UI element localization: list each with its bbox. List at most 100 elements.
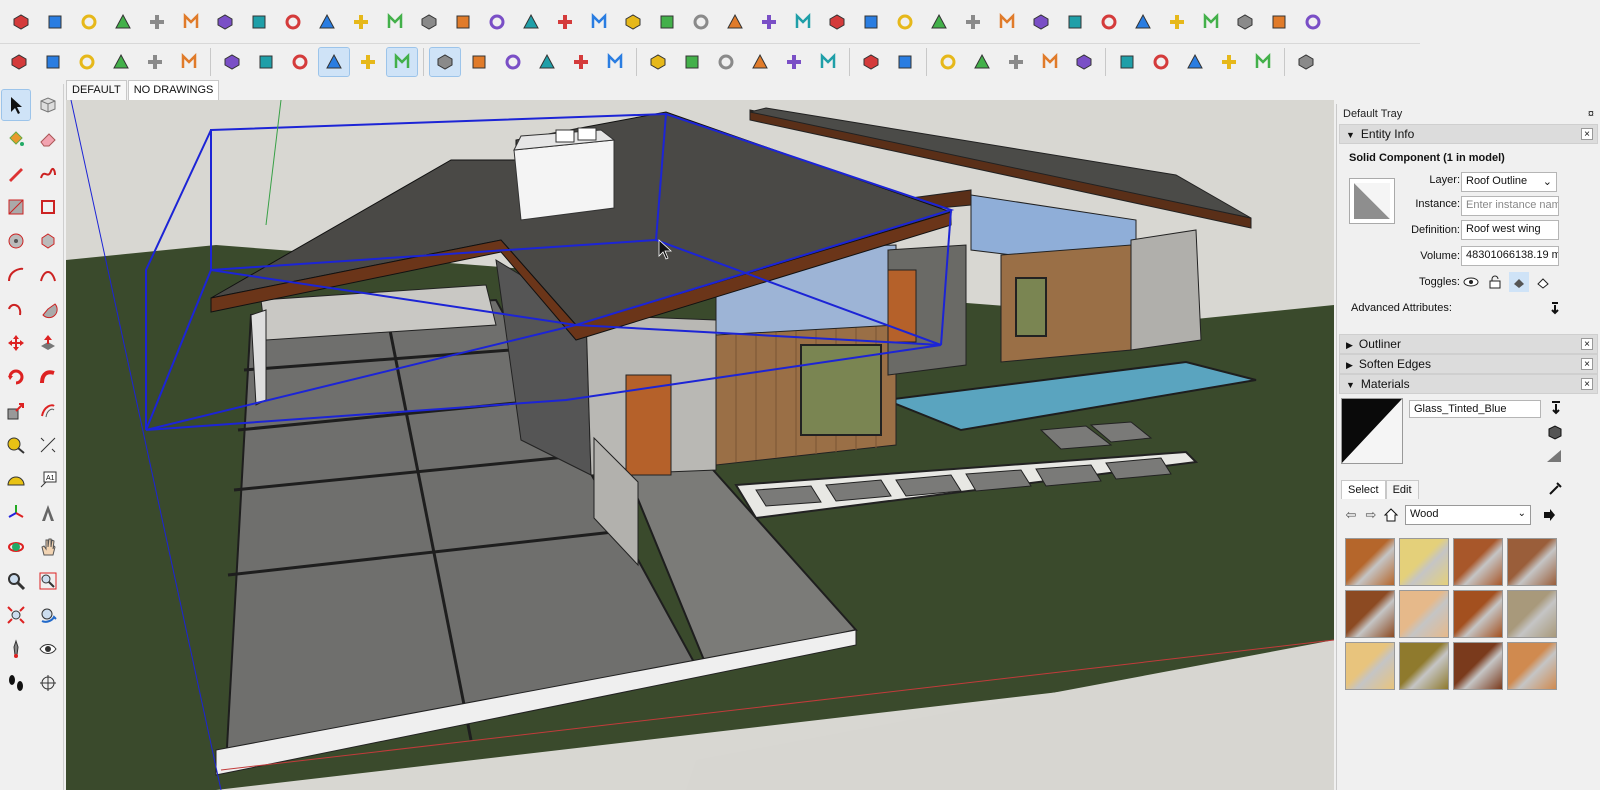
curve-icon[interactable] [482,8,512,36]
move-icon[interactable] [108,8,138,36]
material-library-select[interactable]: Wood ⌄ [1405,505,1531,525]
warehouse-icon[interactable] [4,48,34,76]
drawing-viewport[interactable] [66,100,1334,790]
material-icon[interactable] [652,8,682,36]
pin-icon[interactable]: ¤ [1588,108,1594,120]
flag-icon[interactable] [312,8,342,36]
flip-icon[interactable] [142,8,172,36]
position-camera-icon[interactable] [2,634,30,664]
arrow-double-icon[interactable] [890,48,920,76]
split-icon[interactable] [779,48,809,76]
iso-view-icon[interactable] [429,47,461,77]
unglue-icon[interactable] [176,8,206,36]
home-icon[interactable] [1381,505,1401,525]
look-around-icon[interactable] [34,634,62,664]
back-arrow-icon[interactable]: ⇦ [1341,505,1361,525]
eraser-icon[interactable] [34,124,62,154]
details-arrow-icon[interactable] [1539,505,1559,525]
create-material-icon[interactable] [1549,400,1563,419]
tree-green-icon[interactable] [1146,48,1176,76]
doors-icon[interactable] [38,48,68,76]
grid-blue-icon[interactable] [1094,8,1124,36]
push-pull-icon[interactable] [34,328,62,358]
warning-icon[interactable] [686,8,716,36]
hide-toggle-icon[interactable] [1461,272,1481,292]
rotated-rectangle-icon[interactable] [34,192,62,222]
previous-view-icon[interactable] [34,600,62,630]
grid-orange-icon[interactable] [1128,8,1158,36]
sandbox-icon[interactable] [1001,48,1031,76]
tab-edit[interactable]: Edit [1385,480,1419,499]
shaded-texture-icon[interactable] [353,48,383,76]
material-swatch[interactable] [1345,590,1395,638]
eyedropper-icon[interactable] [1547,480,1563,499]
material-swatch[interactable] [1345,538,1395,586]
close-icon[interactable]: × [1581,378,1593,390]
terrain-icon[interactable] [1035,48,1065,76]
material-swatch[interactable] [1453,538,1503,586]
move-icon[interactable] [2,328,30,358]
rotate-icon[interactable] [2,362,30,392]
text-label-icon[interactable]: A1 [34,464,62,494]
pan-hand-icon[interactable] [34,532,62,562]
definition-input[interactable]: Roof west wing [1461,220,1559,240]
materials-header[interactable]: ▼ Materials × [1339,374,1598,394]
fill-icon[interactable] [1026,8,1056,36]
polyline-icon[interactable] [448,8,478,36]
material-box-icon[interactable] [1547,424,1563,443]
arrow-up-icon[interactable] [856,48,886,76]
pie-icon[interactable] [34,294,62,324]
printer-home-icon[interactable] [106,48,136,76]
left-view-icon[interactable] [600,48,630,76]
sample-paint-icon[interactable] [1545,448,1563,467]
axes-icon[interactable] [584,8,614,36]
layers-3-icon[interactable] [1060,8,1090,36]
expand-attributes-icon[interactable] [1545,298,1565,318]
union-icon[interactable] [643,48,673,76]
arc-icon[interactable] [2,260,30,290]
tab-select[interactable]: Select [1341,480,1386,499]
shell-icon[interactable] [813,48,843,76]
cube-blue-icon[interactable] [1180,48,1210,76]
tape-measure-icon[interactable] [2,430,30,460]
cut-icon[interactable] [992,8,1022,36]
plus-icon[interactable] [550,8,580,36]
cone-icon[interactable] [618,8,648,36]
shadow-icon[interactable] [967,48,997,76]
orbit-icon[interactable] [2,532,30,562]
offset-icon[interactable] [74,8,104,36]
entity-info-header[interactable]: ▼ Entity Info × [1339,124,1598,144]
select-arrow-icon[interactable] [1,89,31,121]
make-component-icon[interactable] [34,90,62,120]
box-icon[interactable] [856,8,886,36]
dimension-icon[interactable] [34,430,62,460]
front-view-icon[interactable] [498,48,528,76]
material-swatch[interactable] [1399,642,1449,690]
material-swatch[interactable] [1399,538,1449,586]
path-icon[interactable] [1264,8,1294,36]
material-swatch[interactable] [1453,590,1503,638]
material-swatch[interactable] [1507,538,1557,586]
material-swatch[interactable] [1507,590,1557,638]
close-icon[interactable]: × [1581,128,1593,140]
paint-bucket-icon[interactable] [2,124,30,154]
cube-purple-icon[interactable] [1214,48,1244,76]
arc-2pt-icon[interactable] [34,260,62,290]
close-icon[interactable]: × [1581,358,1593,370]
scene-tab-default[interactable]: DEFAULT [66,80,127,100]
pencil-line-icon[interactable] [2,158,30,188]
circle-icon[interactable] [2,226,30,256]
list-icon[interactable] [278,8,308,36]
orient-faces-icon[interactable] [6,8,36,36]
garage-icon[interactable] [174,48,204,76]
scene-tab-no-drawings[interactable]: NO DRAWINGS [127,80,220,100]
home-icon[interactable] [72,48,102,76]
instance-input[interactable]: Enter instance nam [1461,196,1559,216]
freehand-icon[interactable] [34,158,62,188]
center-window[interactable] [800,344,882,436]
outliner-header[interactable]: ▶ Outliner × [1339,334,1598,354]
arc-icon[interactable] [414,8,444,36]
layers-icon[interactable] [346,8,376,36]
grid-orange-2-icon[interactable] [1162,8,1192,36]
paint-bucket-icon[interactable] [958,8,988,36]
